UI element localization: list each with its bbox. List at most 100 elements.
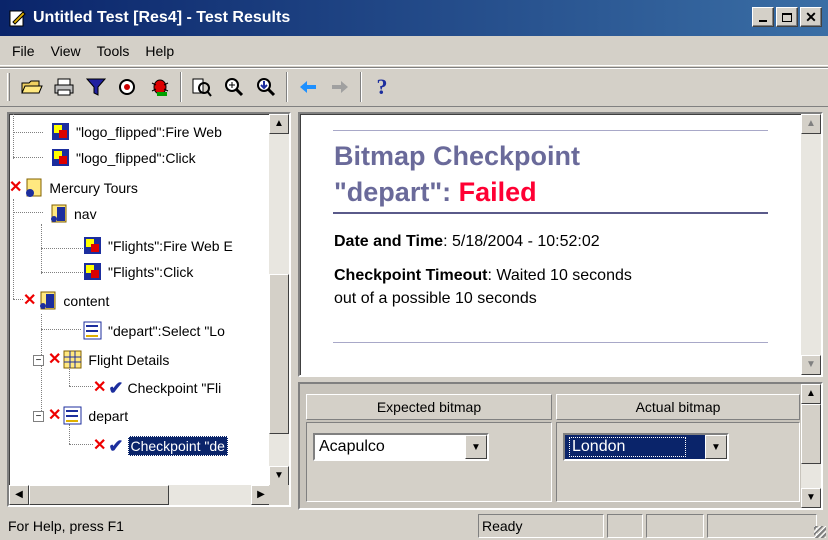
toolbar: ? (0, 67, 828, 107)
up-arrow-icon: ▲ (806, 118, 816, 129)
checkpoint-title: Bitmap Checkpoint "depart": Failed (334, 138, 580, 210)
scroll-down-button[interactable]: ▼ (801, 488, 821, 508)
tree-node[interactable]: nav (49, 202, 97, 226)
actual-bitmap-value: London (569, 437, 687, 457)
scroll-down-button[interactable]: ▼ (801, 355, 821, 375)
actual-bitmap-select[interactable]: London ▼ (563, 433, 729, 461)
back-button[interactable] (292, 71, 324, 103)
toolbar-separator (286, 72, 288, 102)
forward-arrow-icon (332, 81, 348, 93)
tree-node-selected[interactable]: ✕ ✔ Checkpoint "de (93, 434, 228, 458)
bitmap-comparison-pane: Expected bitmap Actual bitmap Acapulco ▼… (298, 382, 823, 510)
tree-node-label: "Flights":Fire Web E (108, 238, 233, 254)
tree-node[interactable]: "Flights":Fire Web E (83, 234, 233, 258)
collapse-toggle[interactable]: − (33, 354, 44, 366)
expected-bitmap-select[interactable]: Acapulco ▼ (313, 433, 489, 461)
tree-node-label: "logo_flipped":Fire Web (76, 124, 222, 140)
failed-icon: ✕ (48, 407, 62, 424)
tree-node[interactable]: "logo_flipped":Fire Web (51, 120, 222, 144)
bug-icon (151, 79, 169, 96)
scroll-up-button[interactable]: ▲ (801, 384, 821, 404)
details-vertical-scrollbar[interactable]: ▲ ▼ (801, 114, 821, 375)
timeout-line-2: out of a possible 10 seconds (334, 290, 537, 307)
down-arrow-icon: ▼ (274, 470, 284, 481)
menu-help[interactable]: Help (137, 43, 182, 59)
status-bar: For Help, press F1 Ready (0, 512, 828, 540)
actual-bitmap-header: Actual bitmap (556, 394, 800, 420)
timeout-line: Checkpoint Timeout: Waited 10 seconds (334, 265, 632, 287)
tree-node[interactable]: ✕ content (23, 289, 109, 313)
window-title: Untitled Test [Res4] - Test Results (33, 9, 291, 26)
bug-button[interactable] (144, 71, 176, 103)
tree-node[interactable]: − ✕ depart (33, 404, 128, 428)
zoom-in-button[interactable] (218, 71, 250, 103)
menu-file[interactable]: File (0, 43, 43, 59)
forward-button[interactable] (324, 71, 356, 103)
maximize-icon (782, 12, 792, 22)
scroll-thumb[interactable] (29, 485, 169, 505)
print-button[interactable] (48, 71, 80, 103)
tree-vertical-scrollbar[interactable]: ▲ ▼ (269, 114, 289, 486)
expected-bitmap-header: Expected bitmap (306, 394, 552, 420)
results-tree[interactable]: "logo_flipped":Fire Web "logo_flipped":C… (7, 112, 291, 507)
close-icon: ✕ (805, 9, 817, 25)
tree-node[interactable]: "depart":Select "Lo (83, 319, 225, 343)
toolbar-separator (180, 72, 182, 102)
tree-horizontal-scrollbar[interactable]: ◀ ▶ (9, 485, 271, 505)
collapse-toggle[interactable]: − (33, 410, 44, 422)
failed-icon: ✕ (93, 379, 107, 396)
page-icon (38, 291, 58, 311)
tree-node-label: depart (88, 408, 129, 424)
menu-bar: File View Tools Help (0, 36, 828, 66)
tree-node-label: nav (74, 206, 97, 222)
list-step-icon (83, 321, 103, 341)
actual-bitmap-cell: London ▼ (556, 422, 800, 502)
scroll-down-button[interactable]: ▼ (269, 466, 289, 486)
filter-button[interactable] (80, 71, 112, 103)
failed-icon: ✕ (93, 437, 107, 454)
help-button[interactable]: ? (366, 71, 398, 103)
menu-view[interactable]: View (43, 43, 89, 59)
zoom-out-button[interactable] (250, 71, 282, 103)
find-icon (119, 79, 135, 95)
date-time-line: Date and Time: 5/18/2004 - 10:52:02 (334, 231, 600, 253)
up-arrow-icon: ▲ (806, 388, 816, 399)
tree-node[interactable]: "Flights":Click (83, 260, 193, 284)
page-icon (49, 204, 69, 224)
toolbar-grip (7, 73, 10, 101)
minimize-button[interactable] (752, 7, 774, 27)
open-button[interactable] (16, 71, 48, 103)
expected-bitmap-value: Acapulco (319, 438, 385, 455)
scroll-up-button[interactable]: ▲ (269, 114, 289, 134)
timeout-label: Checkpoint Timeout (334, 267, 488, 284)
tree-node-label: Checkpoint "de (127, 436, 228, 456)
browser-icon (24, 178, 44, 198)
scroll-left-button[interactable]: ◀ (9, 485, 29, 505)
tree-node[interactable]: ✕ ✔ Checkpoint "Fli (93, 376, 221, 400)
bitmap-vertical-scrollbar[interactable]: ▲ ▼ (801, 384, 821, 508)
close-button[interactable]: ✕ (800, 7, 822, 27)
resize-grip-icon[interactable] (814, 526, 826, 538)
tree-node[interactable]: ✕ Mercury Tours (9, 176, 138, 200)
tree-node[interactable]: − ✕ Flight Details (33, 348, 169, 372)
find-button[interactable] (112, 71, 144, 103)
down-arrow-icon: ▼ (806, 492, 816, 503)
open-icon (21, 80, 43, 94)
help-icon: ? (376, 74, 388, 99)
chevron-down-icon[interactable]: ▼ (465, 435, 487, 459)
web-step-icon (51, 148, 71, 168)
scroll-up-button[interactable]: ▲ (801, 114, 821, 134)
title-bar: Untitled Test [Res4] - Test Results ✕ (0, 0, 828, 36)
tree-node-label: Flight Details (88, 352, 170, 368)
status-pane-state: Ready (478, 514, 604, 538)
scroll-right-button[interactable]: ▶ (251, 485, 271, 505)
scroll-thumb[interactable] (801, 404, 821, 464)
minimize-icon (759, 20, 767, 22)
menu-tools[interactable]: Tools (89, 43, 138, 59)
maximize-button[interactable] (776, 7, 798, 27)
scroll-thumb[interactable] (269, 274, 289, 434)
zoom-results-button[interactable] (186, 71, 218, 103)
down-arrow-icon: ▼ (806, 359, 816, 370)
chevron-down-icon[interactable]: ▼ (705, 435, 727, 459)
tree-node[interactable]: "logo_flipped":Click (51, 146, 196, 170)
